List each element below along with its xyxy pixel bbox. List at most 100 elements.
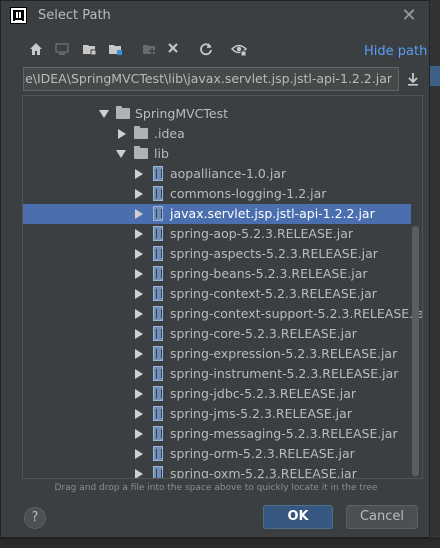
- tree-row-label: .idea: [154, 126, 185, 141]
- tree-row-file[interactable]: spring-context-support-5.2.3.RELEASE.jar: [23, 304, 422, 324]
- jar-icon: [153, 366, 163, 381]
- dialog-title: Select Path: [38, 8, 111, 23]
- chevron-right-icon[interactable]: [135, 189, 143, 199]
- tree-row-label: commons-logging-1.2.jar: [170, 186, 327, 201]
- folder-icon: [134, 146, 148, 159]
- tree-row-file[interactable]: aopalliance-1.0.jar: [23, 164, 411, 184]
- tree-row-label: spring-orm-5.2.3.RELEASE.jar: [170, 446, 355, 461]
- tree-row-file[interactable]: spring-expression-5.2.3.RELEASE.jar: [23, 344, 411, 364]
- cancel-button[interactable]: Cancel: [346, 505, 418, 529]
- tree-row-label: SpringMVCTest: [135, 106, 229, 121]
- tree-row-file[interactable]: spring-jms-5.2.3.RELEASE.jar: [23, 404, 411, 424]
- path-input[interactable]: ource\IDEA\SpringMVCTest\lib\javax.servl…: [23, 67, 399, 91]
- path-input-value: ource\IDEA\SpringMVCTest\lib\javax.servl…: [23, 71, 392, 86]
- folder-icon: [134, 126, 148, 139]
- jar-icon: [153, 306, 163, 321]
- chevron-right-icon[interactable]: [135, 309, 143, 319]
- jar-icon: [153, 446, 163, 461]
- tree-row-label: aopalliance-1.0.jar: [170, 166, 287, 181]
- chevron-down-icon[interactable]: [116, 150, 126, 158]
- chevron-right-icon[interactable]: [135, 349, 143, 359]
- jar-icon: [153, 346, 163, 361]
- tree-row-label: spring-beans-5.2.3.RELEASE.jar: [170, 266, 368, 281]
- drag-drop-hint: Drag and drop a file into the space abov…: [54, 483, 378, 493]
- tree-row-label: javax.servlet.jsp.jstl-api-1.2.2.jar: [170, 206, 375, 221]
- jar-icon: [153, 466, 163, 478]
- folder-icon: [116, 106, 130, 119]
- tree-row-file[interactable]: spring-orm-5.2.3.RELEASE.jar: [23, 444, 411, 464]
- chevron-right-icon[interactable]: [135, 389, 143, 399]
- tree-row-label: spring-instrument-5.2.3.RELEASE.jar: [170, 366, 399, 381]
- tree-row-idea-folder[interactable]: .idea: [23, 124, 411, 144]
- background-editor-strip: [430, 0, 440, 547]
- chevron-right-icon[interactable]: [135, 289, 143, 299]
- tree-row-project[interactable]: SpringMVCTest: [23, 104, 411, 124]
- chevron-right-icon[interactable]: [135, 369, 143, 379]
- title-bar: Select Path ✕: [1, 1, 429, 31]
- desktop-icon[interactable]: [53, 42, 71, 60]
- close-icon[interactable]: ✕: [398, 5, 420, 27]
- tree-row-label: lib: [154, 146, 169, 161]
- chevron-right-icon[interactable]: [118, 129, 126, 139]
- jar-icon: [153, 386, 163, 401]
- ok-button[interactable]: OK: [263, 505, 333, 529]
- tree-row-file[interactable]: spring-instrument-5.2.3.RELEASE.jar: [23, 364, 411, 384]
- tree-row-file[interactable]: spring-aop-5.2.3.RELEASE.jar: [23, 224, 411, 244]
- hide-path-link[interactable]: Hide path: [364, 44, 427, 59]
- jar-icon: [153, 166, 163, 181]
- new-folder-icon[interactable]: [140, 42, 158, 60]
- tree-row-label: spring-aspects-5.2.3.RELEASE.jar: [170, 246, 378, 261]
- file-tree[interactable]: SpringMVCTest .idea lib aopalliance-1.0.…: [22, 95, 423, 479]
- refresh-icon[interactable]: [197, 42, 215, 60]
- tree-row-file[interactable]: spring-beans-5.2.3.RELEASE.jar: [23, 264, 411, 284]
- jar-icon: [153, 206, 163, 221]
- select-path-dialog: Select Path ✕ Hide path ource\IDEA\Sprin…: [0, 0, 430, 538]
- chevron-right-icon[interactable]: [135, 249, 143, 259]
- module-folder-icon[interactable]: [106, 42, 124, 60]
- tree-row-file[interactable]: spring-aspects-5.2.3.RELEASE.jar: [23, 244, 411, 264]
- jar-icon: [153, 426, 163, 441]
- tree-scrollbar[interactable]: [412, 226, 419, 476]
- jar-icon: [153, 286, 163, 301]
- tree-row-file[interactable]: spring-oxm-5.2.3.RELEASE.jar: [23, 464, 411, 479]
- chevron-right-icon[interactable]: [135, 329, 143, 339]
- home-icon[interactable]: [27, 42, 45, 60]
- jar-icon: [153, 326, 163, 341]
- chevron-right-icon[interactable]: [135, 209, 143, 219]
- tree-row-label: spring-oxm-5.2.3.RELEASE.jar: [170, 466, 357, 479]
- intellij-app-icon: [10, 7, 27, 24]
- jar-icon: [153, 406, 163, 421]
- jar-icon: [153, 186, 163, 201]
- tree-row-label: spring-expression-5.2.3.RELEASE.jar: [170, 346, 398, 361]
- chevron-right-icon[interactable]: [135, 269, 143, 279]
- project-folder-icon[interactable]: [80, 42, 98, 60]
- tree-row-file[interactable]: spring-context-5.2.3.RELEASE.jar: [23, 284, 411, 304]
- show-hidden-icon[interactable]: [230, 42, 248, 60]
- tree-row-file-selected[interactable]: javax.servlet.jsp.jstl-api-1.2.2.jar: [23, 204, 411, 224]
- delete-icon[interactable]: [164, 42, 182, 60]
- chevron-right-icon[interactable]: [135, 229, 143, 239]
- tree-row-label: spring-messaging-5.2.3.RELEASE.jar: [170, 426, 398, 441]
- chevron-right-icon[interactable]: [135, 429, 143, 439]
- background-highlight: [430, 66, 440, 86]
- tree-row-label: spring-aop-5.2.3.RELEASE.jar: [170, 226, 354, 241]
- tree-row-file[interactable]: commons-logging-1.2.jar: [23, 184, 411, 204]
- chevron-right-icon[interactable]: [135, 469, 143, 478]
- jar-icon: [153, 226, 163, 241]
- tree-row-label: spring-jms-5.2.3.RELEASE.jar: [170, 406, 352, 421]
- tree-row-label: spring-context-5.2.3.RELEASE.jar: [170, 286, 377, 301]
- chevron-right-icon[interactable]: [135, 169, 143, 179]
- tree-row-label: spring-jdbc-5.2.3.RELEASE.jar: [170, 386, 357, 401]
- tree-row-file[interactable]: spring-core-5.2.3.RELEASE.jar: [23, 324, 411, 344]
- chevron-right-icon[interactable]: [135, 409, 143, 419]
- jar-icon: [153, 266, 163, 281]
- help-button[interactable]: ?: [24, 507, 46, 529]
- tree-row-file[interactable]: spring-messaging-5.2.3.RELEASE.jar: [23, 424, 411, 444]
- chevron-down-icon[interactable]: [99, 110, 109, 118]
- tree-row-label: spring-core-5.2.3.RELEASE.jar: [170, 326, 357, 341]
- chevron-right-icon[interactable]: [135, 449, 143, 459]
- tree-row-file[interactable]: spring-jdbc-5.2.3.RELEASE.jar: [23, 384, 411, 404]
- tree-row-lib-folder[interactable]: lib: [23, 144, 411, 164]
- download-icon[interactable]: [405, 71, 421, 87]
- jar-icon: [153, 246, 163, 261]
